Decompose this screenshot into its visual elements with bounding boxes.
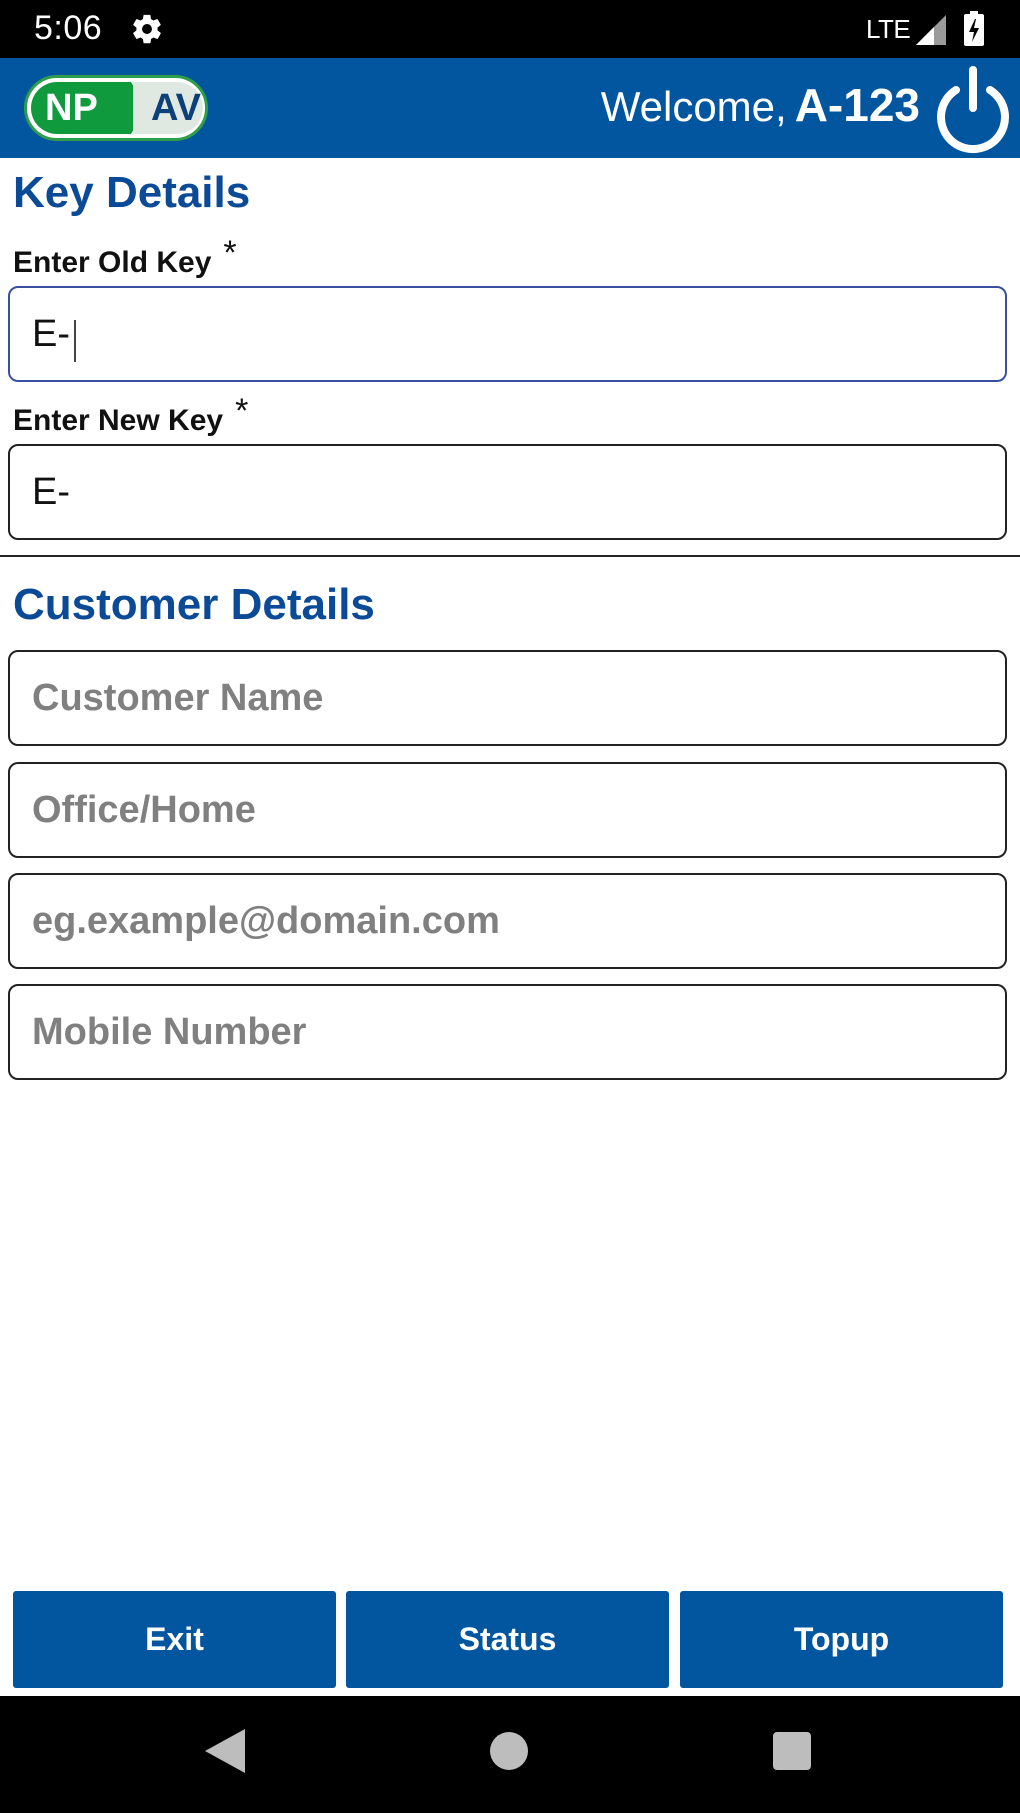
app-header: NP AV Welcome, A-123 xyxy=(0,58,1020,158)
network-type: LTE xyxy=(866,14,911,44)
back-icon[interactable] xyxy=(205,1729,245,1773)
new-key-label-text: Enter New Key xyxy=(13,404,224,437)
welcome-label: Welcome, xyxy=(600,83,787,130)
recents-icon[interactable] xyxy=(773,1732,811,1770)
old-key-input[interactable] xyxy=(10,288,1005,380)
status-bar: 5:06 LTE xyxy=(0,0,1020,58)
old-key-label-text: Enter Old Key xyxy=(13,246,212,279)
signal-icon xyxy=(916,15,946,45)
logo-av-text: AV xyxy=(133,82,203,134)
logo-np-text: NP xyxy=(31,82,147,134)
power-icon[interactable] xyxy=(930,64,1016,154)
required-mark: * xyxy=(235,392,249,430)
npav-logo: NP AV xyxy=(24,75,208,141)
section-divider xyxy=(0,555,1020,557)
email-input[interactable] xyxy=(10,875,1005,967)
text-cursor xyxy=(74,320,76,362)
office-home-input[interactable] xyxy=(10,764,1005,856)
email-field[interactable] xyxy=(8,873,1007,969)
home-icon[interactable] xyxy=(490,1732,528,1770)
status-button[interactable]: Status xyxy=(346,1591,669,1688)
old-key-field[interactable] xyxy=(8,286,1007,382)
exit-button[interactable]: Exit xyxy=(13,1591,336,1688)
mobile-number-input[interactable] xyxy=(10,986,1005,1078)
office-home-field[interactable] xyxy=(8,762,1007,858)
user-id: A-123 xyxy=(794,79,920,131)
old-key-label: Enter Old Key * xyxy=(13,234,237,281)
required-mark: * xyxy=(223,234,237,272)
new-key-field[interactable] xyxy=(8,444,1007,540)
gear-icon xyxy=(133,14,161,44)
customer-details-title: Customer Details xyxy=(13,580,375,629)
customer-name-field[interactable] xyxy=(8,650,1007,746)
status-time: 5:06 xyxy=(34,9,103,47)
new-key-input[interactable] xyxy=(10,446,1005,538)
battery-icon xyxy=(964,11,984,46)
navigation-bar xyxy=(0,1696,1020,1813)
new-key-label: Enter New Key * xyxy=(13,392,248,439)
welcome-message: Welcome, A-123 xyxy=(601,78,920,132)
key-details-title: Key Details xyxy=(13,168,251,217)
customer-name-input[interactable] xyxy=(10,652,1005,744)
topup-button[interactable]: Topup xyxy=(680,1591,1003,1688)
mobile-number-field[interactable] xyxy=(8,984,1007,1080)
